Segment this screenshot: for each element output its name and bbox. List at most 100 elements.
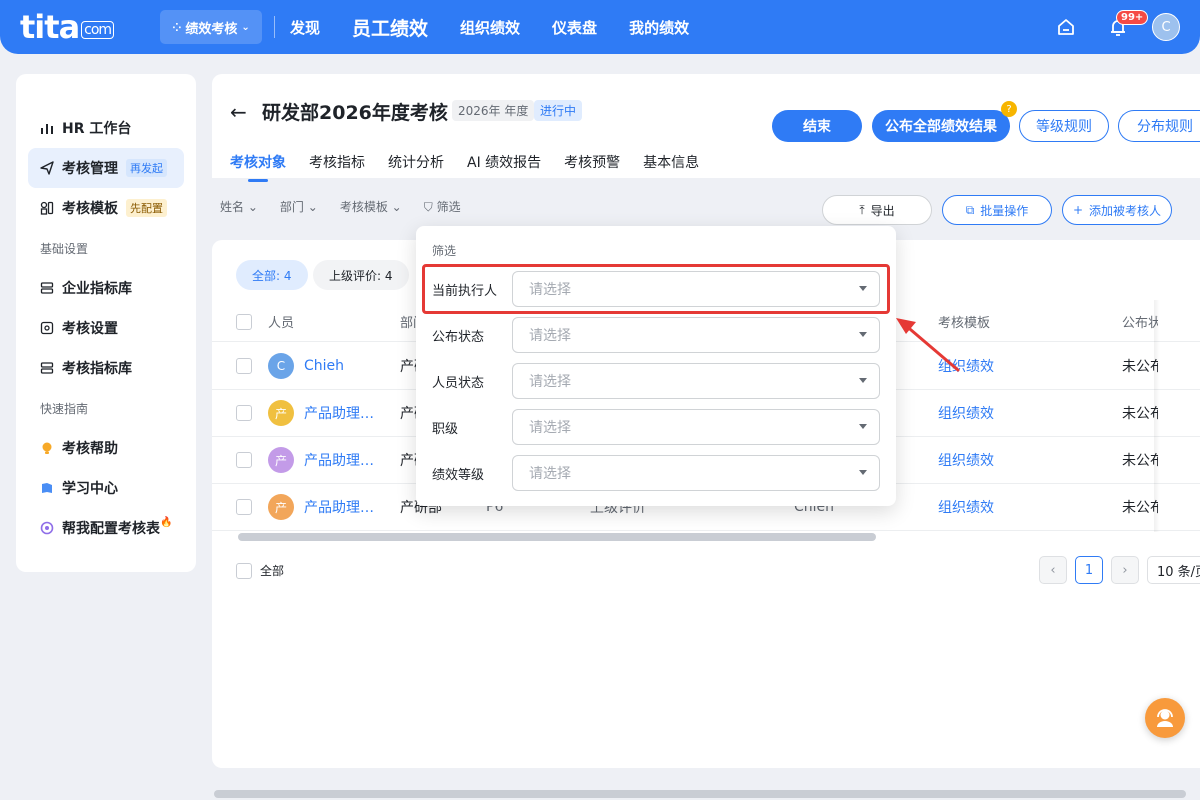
database-icon xyxy=(40,361,54,375)
more-filter-button[interactable]: ⛉ 筛选 xyxy=(424,198,461,215)
upload-icon: ⤒ xyxy=(859,202,865,217)
nav-org-performance[interactable]: 组织绩效 xyxy=(460,17,520,38)
sidebar-item-review-help[interactable]: 考核帮助 xyxy=(28,428,184,468)
chip-all[interactable]: 全部: 4 xyxy=(236,260,308,290)
chevron-down-icon: ⌄ xyxy=(247,200,258,214)
person-name[interactable]: Chieh xyxy=(304,358,344,374)
grid-icon: ⁘ xyxy=(172,20,182,34)
sidebar-item-review-management[interactable]: 考核管理 再发起 xyxy=(28,148,184,188)
select-all-checkbox[interactable] xyxy=(236,313,252,330)
lightbulb-icon xyxy=(40,441,54,455)
distribution-rules-button[interactable]: 分布规则 xyxy=(1118,110,1200,142)
highlight-annotation-box xyxy=(422,264,890,314)
chevron-down-icon: ⌄ xyxy=(391,200,402,214)
user-avatar[interactable]: C xyxy=(1152,13,1180,41)
page-size-select[interactable]: 10 条/页 xyxy=(1147,556,1200,584)
publish-status-select[interactable]: 请选择 xyxy=(512,317,880,353)
batch-operation-button[interactable]: ⧉ 批量操作 xyxy=(942,195,1052,225)
tab-basic-info[interactable]: 基本信息 xyxy=(643,152,699,178)
nav-employee-performance[interactable]: 员工绩效 xyxy=(352,14,428,41)
person-name[interactable]: 产品助理… xyxy=(304,403,374,423)
header-person: 人员 xyxy=(268,316,295,331)
filter-row-rank: 职级 请选择 xyxy=(416,409,896,445)
sidebar-item-corp-indicator-lib[interactable]: 企业指标库 xyxy=(28,268,184,308)
template-link[interactable]: 组织绩效 xyxy=(938,484,994,530)
book-icon xyxy=(40,481,54,495)
person-name[interactable]: 产品助理… xyxy=(304,450,374,470)
filter-row-performance-grade: 绩效等级 请选择 xyxy=(416,455,896,491)
filter-bar: 姓名 ⌄ 部门 ⌄ 考核模板 ⌄ ⛉ 筛选 xyxy=(220,198,483,215)
footer-select-all[interactable]: 全部 xyxy=(236,562,284,579)
sidebar-item-learning-center[interactable]: 学习中心 xyxy=(28,468,184,508)
headset-icon xyxy=(40,521,54,535)
divider xyxy=(274,16,275,38)
customer-service-icon[interactable] xyxy=(1145,698,1185,738)
settings-doc-icon xyxy=(40,321,54,335)
caret-down-icon xyxy=(859,470,867,475)
tab-warnings[interactable]: 考核预警 xyxy=(564,152,620,178)
add-reviewee-button[interactable]: + 添加被考核人 xyxy=(1062,195,1172,225)
table-horizontal-scrollbar[interactable] xyxy=(238,533,876,541)
next-page-button[interactable]: › xyxy=(1111,556,1139,584)
row-checkbox[interactable] xyxy=(236,499,252,515)
filter-label: 绩效等级 xyxy=(432,467,485,483)
sidebar-item-indicator-lib[interactable]: 考核指标库 xyxy=(28,348,184,388)
dept-filter[interactable]: 部门 ⌄ xyxy=(280,198,318,215)
avatar: 产 xyxy=(268,494,294,520)
notification-badge: 99+ xyxy=(1116,10,1149,25)
sidebar-item-review-template[interactable]: 考核模板 先配置 xyxy=(28,188,184,228)
row-checkbox[interactable] xyxy=(236,358,252,374)
end-button[interactable]: 结束 xyxy=(772,110,862,142)
template-link[interactable]: 组织绩效 xyxy=(938,437,994,483)
bar-chart-icon xyxy=(40,121,54,135)
template-link[interactable]: 组织绩效 xyxy=(938,390,994,436)
page-number[interactable]: 1 xyxy=(1075,556,1103,584)
chevron-down-icon: ⌄ xyxy=(307,200,318,214)
template-filter[interactable]: 考核模板 ⌄ xyxy=(340,198,402,215)
nav-dashboard[interactable]: 仪表盘 xyxy=(552,17,597,38)
person-status-select[interactable]: 请选择 xyxy=(512,363,880,399)
row-checkbox[interactable] xyxy=(236,405,252,421)
prev-page-button[interactable]: ‹ xyxy=(1039,556,1067,584)
send-icon xyxy=(40,161,54,175)
home-icon[interactable] xyxy=(1055,16,1077,38)
nav-my-performance[interactable]: 我的绩效 xyxy=(629,17,689,38)
publish-status: 未公布 xyxy=(1122,406,1158,422)
tab-bar: 考核对象 考核指标 统计分析 AI 绩效报告 考核预警 基本信息 xyxy=(230,152,722,182)
annotation-arrow-icon xyxy=(896,318,960,372)
sidebar-item-hr-workbench[interactable]: HR 工作台 xyxy=(28,108,184,148)
tab-statistics[interactable]: 统计分析 xyxy=(388,152,444,178)
export-button[interactable]: ⤒ 导出 xyxy=(822,195,932,225)
top-nav: 发现 员工绩效 组织绩效 仪表盘 我的绩效 xyxy=(290,0,721,54)
relaunch-tag: 再发起 xyxy=(126,159,167,177)
footer-checkbox[interactable] xyxy=(236,562,252,579)
name-filter[interactable]: 姓名 ⌄ xyxy=(220,198,258,215)
page-horizontal-scrollbar[interactable] xyxy=(214,790,1186,798)
tita-logo[interactable]: tita com xyxy=(20,8,115,46)
grade-rules-button[interactable]: 等级规则 xyxy=(1019,110,1109,142)
person-name[interactable]: 产品助理… xyxy=(304,497,374,517)
section-basic-settings: 基础设置 xyxy=(40,241,89,256)
sidebar-item-config-help[interactable]: 帮我配置考核表 🔥 xyxy=(28,508,184,548)
publish-status: 未公布 xyxy=(1122,500,1158,516)
module-switcher[interactable]: ⁘ 绩效考核 ⌄ xyxy=(160,10,262,44)
tab-review-targets[interactable]: 考核对象 xyxy=(230,152,286,182)
avatar: 产 xyxy=(268,400,294,426)
row-checkbox[interactable] xyxy=(236,452,252,468)
chip-superior-review[interactable]: 上级评价: 4 xyxy=(313,260,409,290)
tab-indicators[interactable]: 考核指标 xyxy=(309,152,365,178)
status-tag: 进行中 xyxy=(534,100,583,121)
question-icon[interactable]: ? xyxy=(1001,101,1017,117)
filter-label: 职级 xyxy=(432,421,459,437)
rank-select[interactable]: 请选择 xyxy=(512,409,880,445)
back-arrow-icon[interactable]: ← xyxy=(230,100,247,124)
sidebar-item-review-settings[interactable]: 考核设置 xyxy=(28,308,184,348)
tab-ai-report[interactable]: AI 绩效报告 xyxy=(467,152,541,178)
avatar: 产 xyxy=(268,447,294,473)
publish-all-button[interactable]: 公布全部绩效结果 xyxy=(872,110,1010,142)
publish-status: 未公布 xyxy=(1122,453,1158,469)
funnel-icon: ⛉ xyxy=(423,200,433,214)
nav-discover[interactable]: 发现 xyxy=(290,17,320,38)
avatar: C xyxy=(268,353,294,379)
performance-grade-select[interactable]: 请选择 xyxy=(512,455,880,491)
